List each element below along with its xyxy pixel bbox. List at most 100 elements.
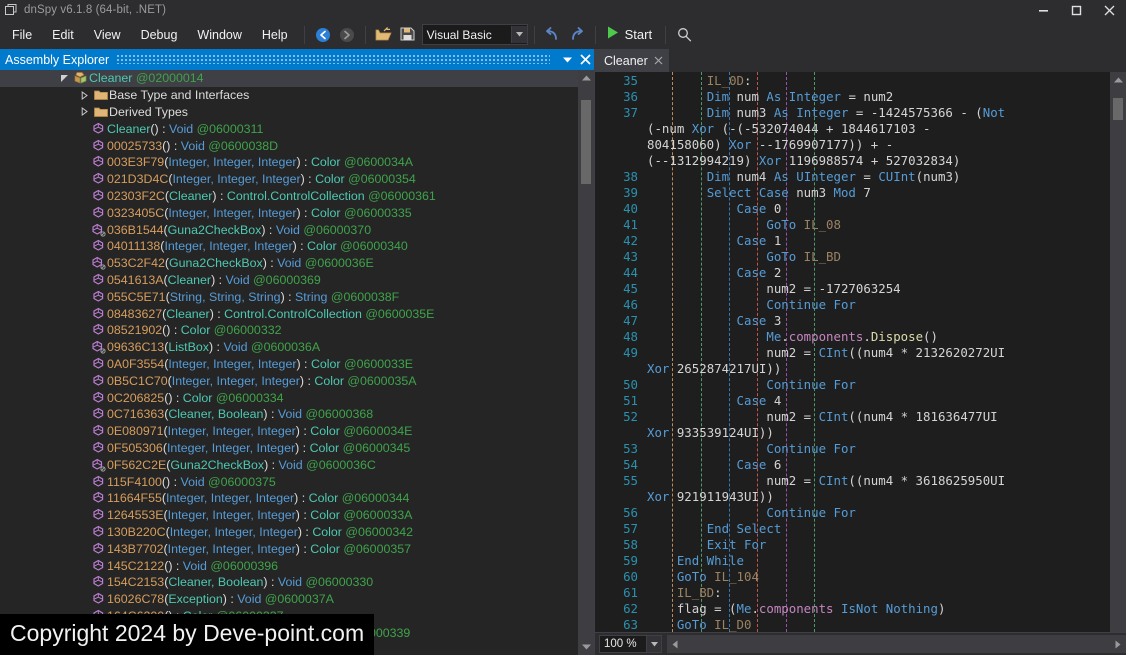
- tree-scroll-track[interactable]: [578, 86, 594, 639]
- method-icon: [90, 357, 107, 371]
- tree-item-label: 0C716363(Cleaner, Boolean) : Void @06000…: [107, 407, 374, 422]
- line-number: 53: [623, 440, 638, 456]
- tree-item[interactable]: Derived Types: [0, 104, 578, 121]
- tree-item[interactable]: 145C2122() : Void @06000396: [0, 557, 578, 574]
- menu-view[interactable]: View: [85, 24, 130, 46]
- zoom-level-value[interactable]: 100 %: [599, 635, 647, 653]
- code-text: GoTo IL_D0: [676, 616, 752, 632]
- search-icon[interactable]: [672, 24, 696, 46]
- scroll-up-arrow-icon[interactable]: [578, 70, 594, 86]
- tree-item[interactable]: 08483627(Cleaner) : Control.ControlColle…: [0, 305, 578, 322]
- method-icon: [90, 323, 107, 337]
- play-icon: [607, 26, 619, 44]
- tree-item[interactable]: 053C2F42(Guna2CheckBox) : Void @0600036E: [0, 255, 578, 272]
- twisty-collapsed-icon[interactable]: [78, 90, 91, 100]
- open-folder-icon[interactable]: [372, 24, 396, 46]
- scroll-right-arrow-icon[interactable]: [1110, 635, 1126, 653]
- close-button[interactable]: [1093, 0, 1126, 20]
- twisty-collapsed-icon[interactable]: [78, 107, 91, 117]
- tree-item[interactable]: 154C2153(Cleaner, Boolean) : Void @06000…: [0, 574, 578, 591]
- editor-horizontal-scrollbar[interactable]: [667, 635, 1126, 653]
- tree-item[interactable]: 0541613A(Cleaner) : Void @06000369: [0, 272, 578, 289]
- line-number: 60: [623, 568, 638, 584]
- menu-window[interactable]: Window: [188, 24, 250, 46]
- drag-handle[interactable]: [117, 49, 550, 70]
- code-editor[interactable]: 35 IL_0D: 36 Dim num As Integer = num2 37 …: [595, 72, 1110, 632]
- tree-item[interactable]: Cleaner @02000014: [0, 70, 578, 87]
- method-icon: [90, 424, 107, 438]
- tree-item[interactable]: 143B7702(Integer, Integer, Integer) : Co…: [0, 540, 578, 557]
- tree-item[interactable]: 0B5C1C70(Integer, Integer, Integer) : Co…: [0, 372, 578, 389]
- assembly-icon: [72, 71, 89, 85]
- tree-item[interactable]: 1264553E(Integer, Integer, Integer) : Co…: [0, 507, 578, 524]
- tree-item[interactable]: 0C206825() : Color @06000334: [0, 389, 578, 406]
- redo-icon[interactable]: [565, 24, 589, 46]
- tree-item[interactable]: 09636C13(ListBox) : Void @0600036A: [0, 339, 578, 356]
- start-button[interactable]: Start: [602, 24, 659, 46]
- tree-scroll-thumb[interactable]: [581, 100, 591, 184]
- tree-item[interactable]: 130B220C(Integer, Integer, Integer) : Co…: [0, 524, 578, 541]
- tree-item[interactable]: 0A0F3554(Integer, Integer, Integer) : Co…: [0, 356, 578, 373]
- chevron-down-icon[interactable]: [510, 26, 527, 43]
- tree-item[interactable]: 0F562C2E(Guna2CheckBox) : Void @0600036C: [0, 456, 578, 473]
- menu-help[interactable]: Help: [253, 24, 297, 46]
- menu-file[interactable]: File: [3, 24, 41, 46]
- scroll-left-arrow-icon[interactable]: [667, 635, 683, 653]
- tree-item[interactable]: 021D3D4C(Integer, Integer, Integer) : Co…: [0, 171, 578, 188]
- assembly-tree[interactable]: Cleaner @02000014 Base Type and Interface…: [0, 70, 578, 655]
- editor-scroll-track[interactable]: [1110, 88, 1126, 632]
- tree-item[interactable]: 04011138(Integer, Integer, Integer) : Co…: [0, 238, 578, 255]
- scroll-up-arrow-icon[interactable]: [1110, 72, 1126, 88]
- maximize-button[interactable]: [1060, 0, 1093, 20]
- menu-debug[interactable]: Debug: [132, 24, 187, 46]
- line-number: 43: [623, 248, 638, 264]
- code-line: 35 IL_0D:: [595, 72, 1110, 88]
- tree-item[interactable]: 0F505306(Integer, Integer, Integer) : Co…: [0, 440, 578, 457]
- code-line: 53 Continue For: [595, 440, 1110, 456]
- save-icon[interactable]: [396, 24, 420, 46]
- line-number: 54: [623, 456, 638, 472]
- close-icon[interactable]: [654, 55, 663, 67]
- code-text: IL_0D:: [706, 72, 752, 88]
- tree-item[interactable]: 115F4100() : Void @06000375: [0, 473, 578, 490]
- tree-vertical-scrollbar[interactable]: [578, 70, 594, 655]
- undo-icon[interactable]: [541, 24, 565, 46]
- forward-arrow-icon[interactable]: [335, 24, 359, 46]
- chevron-down-icon[interactable]: [558, 49, 576, 70]
- method-icon: [90, 273, 107, 287]
- tree-item[interactable]: 003E3F79(Integer, Integer, Integer) : Co…: [0, 154, 578, 171]
- main-body: Assembly Explorer Cleaner @02000014 Base …: [0, 49, 1126, 655]
- tree-item[interactable]: 11664F55(Integer, Integer, Integer) : Co…: [0, 490, 578, 507]
- tree-item[interactable]: Cleaner() : Void @06000311: [0, 120, 578, 137]
- method-icon: [90, 508, 107, 522]
- editor-vertical-scrollbar[interactable]: [1110, 72, 1126, 632]
- tree-item-label: 08483627(Cleaner) : Control.ControlColle…: [107, 306, 435, 321]
- back-arrow-icon[interactable]: [311, 24, 335, 46]
- line-number: 55: [623, 472, 638, 488]
- language-combo[interactable]: Visual Basic: [421, 24, 528, 45]
- tree-item[interactable]: Base Type and Interfaces: [0, 87, 578, 104]
- menu-edit[interactable]: Edit: [43, 24, 83, 46]
- tree-item[interactable]: 0C716363(Cleaner, Boolean) : Void @06000…: [0, 406, 578, 423]
- tree-item-label: 09636C13(ListBox) : Void @0600036A: [107, 340, 321, 355]
- tree-item-label: 055C5E71(String, String, String) : Strin…: [107, 289, 400, 304]
- minimize-button[interactable]: [1027, 0, 1060, 20]
- close-icon[interactable]: [576, 49, 594, 70]
- editor-scroll-thumb[interactable]: [1113, 98, 1123, 120]
- tree-item[interactable]: 036B1544(Guna2CheckBox) : Void @06000370: [0, 221, 578, 238]
- tree-item[interactable]: 00025733() : Void @0600038D: [0, 137, 578, 154]
- code-text: IL_BD:: [676, 584, 722, 600]
- code-line: 59 End While: [595, 552, 1110, 568]
- tree-item-label: Cleaner() : Void @06000311: [107, 121, 264, 136]
- tree-item[interactable]: 0E080971(Integer, Integer, Integer) : Co…: [0, 423, 578, 440]
- tree-item[interactable]: 055C5E71(String, String, String) : Strin…: [0, 288, 578, 305]
- tab-cleaner[interactable]: Cleaner: [595, 49, 669, 72]
- chevron-down-icon[interactable]: [647, 635, 662, 653]
- method-icon: [90, 592, 107, 606]
- scroll-down-arrow-icon[interactable]: [578, 639, 594, 655]
- tree-item[interactable]: 02303F2C(Cleaner) : Control.ControlColle…: [0, 188, 578, 205]
- tree-item[interactable]: 0323405C(Integer, Integer, Integer) : Co…: [0, 204, 578, 221]
- tree-item[interactable]: 16026C78(Exception) : Void @0600037A: [0, 591, 578, 608]
- twisty-expanded-icon[interactable]: [58, 74, 71, 83]
- tree-item[interactable]: 08521902() : Color @06000332: [0, 322, 578, 339]
